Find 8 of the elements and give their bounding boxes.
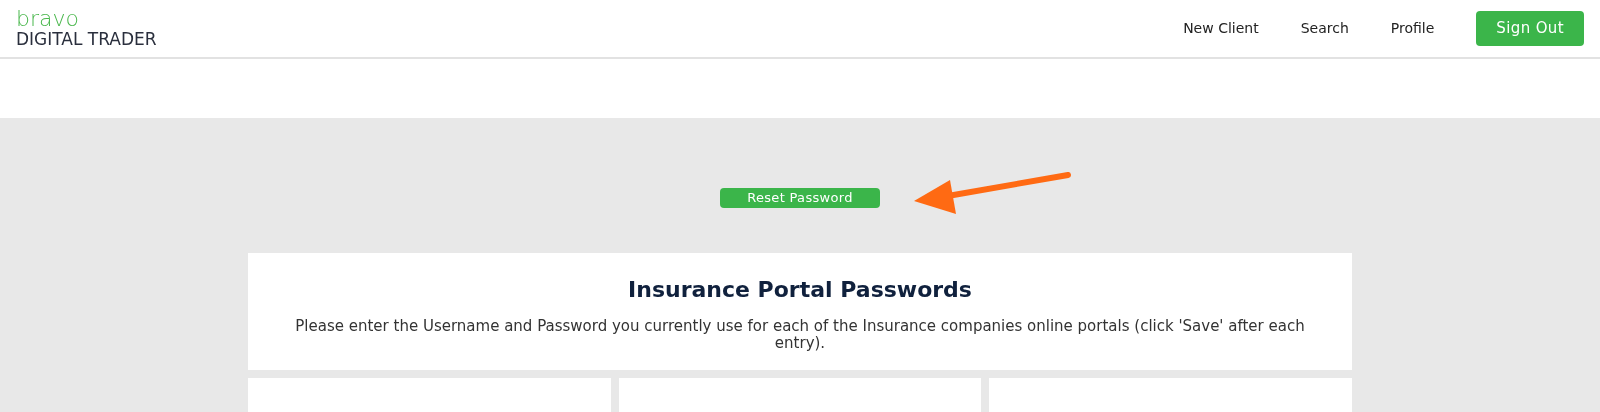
card-title: Insurance Portal Passwords	[628, 275, 972, 304]
card-description: Please enter the Username and Password you currently use for each of the Insurance companies online portals (click 'Save' after each entry).	[295, 317, 1305, 352]
nav-link[interactable]: Profile	[1390, 18, 1435, 39]
nav-link[interactable]: Search	[1300, 18, 1349, 39]
logo-product: DIGITAL TRADER	[16, 28, 157, 49]
arrow-icon	[912, 172, 1072, 216]
nav-link[interactable]: New Client	[1183, 18, 1259, 39]
logo-brand: bravo	[16, 8, 80, 29]
